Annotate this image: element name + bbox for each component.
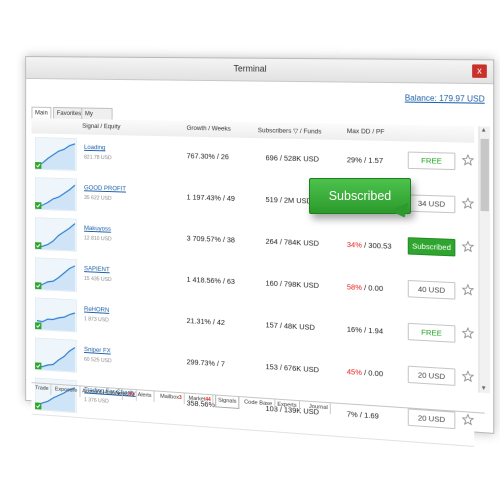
signal-growth: 1 197.43% / 49 — [187, 193, 235, 203]
signal-subscribers: 519 / 2M USD — [266, 195, 312, 205]
signal-action-button[interactable]: 20 USD — [408, 366, 456, 386]
signal-action-button[interactable]: FREE — [408, 152, 456, 171]
signal-equity: 60 525 USD — [84, 357, 112, 365]
scroll-down-icon[interactable]: ▼ — [481, 385, 487, 392]
column-signal[interactable]: Signal / Equity — [82, 123, 120, 131]
equity-chart-icon — [35, 177, 77, 211]
signal-maxdd: 58% / 0.00 — [347, 282, 383, 293]
signal-name-link[interactable]: Sniper FX — [84, 346, 111, 354]
equity-chart-icon — [35, 257, 77, 292]
bottom-tab[interactable]: Market44 — [187, 394, 214, 407]
bottom-tab-count: 3 — [179, 395, 182, 401]
bottom-tab[interactable]: Mailbox3 — [158, 392, 184, 405]
signal-action-button[interactable]: 34 USD — [408, 194, 456, 213]
balance-link[interactable]: Balance: 179.97 USD — [405, 93, 485, 103]
star-icon[interactable] — [462, 327, 475, 340]
signal-name-link[interactable]: GOOD PROFIT — [84, 185, 126, 193]
signal-subscribers: 157 / 48K USD — [266, 320, 315, 332]
bottom-tab-label: Trade — [35, 385, 48, 392]
bottom-tab-count: 99 — [129, 392, 134, 398]
signal-growth: 3 709.57% / 38 — [187, 234, 235, 245]
signal-maxdd: 16% / 1.94 — [347, 325, 383, 336]
stage: Terminal x Balance: 179.97 USD Main Favo… — [0, 0, 500, 500]
signal-name-link[interactable]: Loading — [84, 144, 105, 151]
signal-maxdd: 34% / 300.53 — [347, 240, 392, 251]
signal-maxdd-red: 58% — [347, 282, 362, 292]
signal-action-button[interactable]: Subscribed — [408, 237, 456, 256]
signal-equity: 35 622 USD — [84, 195, 112, 202]
bottom-tab-label: Mailbox — [160, 394, 179, 401]
signal-equity: 821.78 USD — [84, 155, 112, 161]
signal-growth: 21.31% / 42 — [187, 316, 225, 327]
signal-subscribers: 160 / 798K USD — [266, 279, 319, 290]
signal-action-button[interactable]: FREE — [408, 323, 456, 343]
signal-subscribers: 264 / 784K USD — [266, 237, 319, 248]
bottom-tab[interactable]: Exposure — [53, 385, 80, 397]
signal-equity: 1 873 USD — [84, 316, 109, 323]
star-icon[interactable] — [462, 197, 475, 210]
bottom-tab[interactable]: Journal — [307, 402, 331, 415]
bottom-tab-label: Signals — [218, 398, 236, 405]
tab-favorites[interactable]: Favorites — [53, 107, 85, 119]
signal-maxdd-red: 45% — [347, 367, 362, 377]
column-maxdd[interactable]: Max DD / PF — [347, 128, 385, 136]
signal-maxdd-value: / 0.00 — [362, 283, 383, 293]
equity-chart-icon — [35, 137, 77, 171]
bottom-tab-label: Alerts — [138, 392, 152, 399]
bottom-tab[interactable]: Alerts — [136, 390, 155, 402]
star-icon[interactable] — [462, 240, 475, 253]
close-icon[interactable]: x — [472, 64, 487, 78]
bottom-tab-count: 44 — [205, 397, 210, 403]
scroll-thumb[interactable] — [481, 139, 489, 212]
star-icon[interactable] — [462, 154, 475, 167]
bottom-tab-label: Market — [189, 396, 206, 403]
signal-action-button[interactable]: 40 USD — [408, 280, 456, 300]
signal-growth: 1 418.56% / 63 — [187, 275, 235, 286]
tab-my-statistics[interactable]: My Statistics — [81, 107, 112, 119]
bottom-tab-label: News — [115, 391, 128, 398]
signal-name-link[interactable]: Makuyoss — [84, 225, 111, 233]
terminal-window: Terminal x Balance: 179.97 USD Main Favo… — [25, 56, 494, 434]
scroll-up-icon[interactable]: ▲ — [481, 127, 487, 133]
bottom-tab-label: Experts — [277, 402, 296, 409]
signal-name-link[interactable]: ReHORN — [84, 306, 109, 314]
scrollbar[interactable]: ▲ ▼ — [478, 126, 490, 393]
star-icon[interactable] — [462, 370, 475, 383]
signal-maxdd-value: / 300.53 — [362, 241, 392, 251]
signal-equity: 15 435 USD — [84, 276, 112, 283]
equity-chart-icon — [35, 297, 77, 332]
signal-equity: 12 810 USD — [84, 236, 112, 243]
signal-growth: 767.30% / 26 — [187, 151, 229, 161]
title-bar: Terminal x — [26, 57, 493, 84]
signal-subscribers: 696 / 528K USD — [266, 153, 319, 163]
equity-chart-icon — [35, 217, 77, 251]
signal-maxdd: 29% / 1.57 — [347, 155, 383, 165]
signal-maxdd-value: 16% / 1.94 — [347, 325, 383, 336]
signal-growth: 299.73% / 7 — [187, 357, 225, 368]
bottom-tab[interactable]: News99 — [114, 389, 137, 401]
window-title: Terminal — [26, 62, 493, 76]
signal-maxdd: 45% / 0.00 — [347, 367, 383, 378]
signal-maxdd-value: 29% / 1.57 — [347, 155, 383, 165]
equity-chart-icon — [35, 338, 77, 373]
signal-name-link[interactable]: SAPIENT — [84, 265, 110, 273]
column-subscribers[interactable]: Subscribers ▽ / Funds — [258, 126, 322, 135]
bottom-tab[interactable]: Trade — [33, 383, 51, 395]
bottom-tab[interactable]: Code Base — [242, 397, 275, 410]
signal-maxdd-red: 34% — [347, 240, 362, 250]
star-icon[interactable] — [462, 283, 475, 296]
signal-maxdd-value: / 0.00 — [362, 368, 383, 378]
bottom-tab-label: Journal — [309, 404, 328, 411]
bottom-tab-label: Exposure — [55, 387, 77, 394]
signal-subscribers: 153 / 676K USD — [266, 362, 319, 374]
bottom-tab[interactable]: Signals — [215, 395, 239, 409]
column-growth[interactable]: Growth / Weeks — [187, 125, 231, 133]
bottom-tab-label: Code Base — [244, 399, 272, 407]
bottom-tab[interactable]: Experts — [275, 400, 299, 413]
